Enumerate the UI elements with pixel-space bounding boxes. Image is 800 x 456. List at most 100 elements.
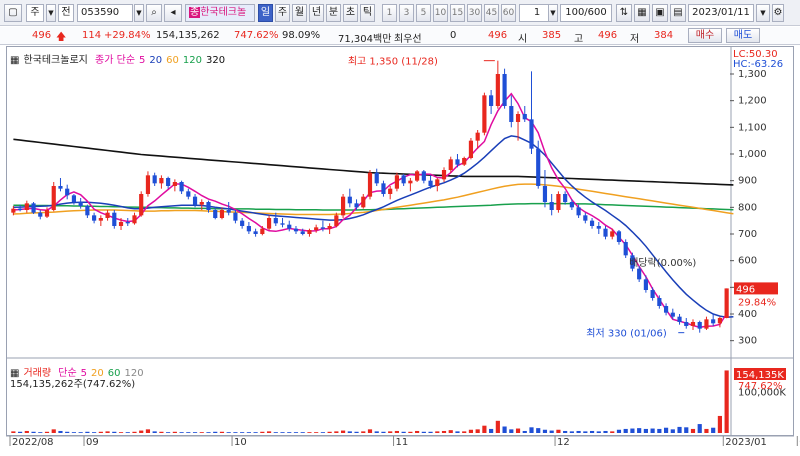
- volume-bar: [549, 430, 554, 433]
- volume-bar: [92, 432, 97, 433]
- period-mode[interactable]: 전: [58, 4, 74, 22]
- candle: [78, 202, 83, 206]
- volume-bar: [314, 432, 319, 433]
- volume-bar: [394, 430, 400, 433]
- interval-15[interactable]: 15: [450, 4, 465, 22]
- volume-bar: [650, 428, 655, 433]
- candle: [293, 228, 299, 232]
- candle: [596, 226, 601, 229]
- market-select[interactable]: 주: [26, 4, 44, 22]
- candle: [246, 226, 251, 232]
- pref-value: 0: [450, 30, 457, 41]
- buy-button[interactable]: 매수: [688, 28, 722, 43]
- volume-bar: [307, 432, 312, 433]
- candle: [482, 95, 487, 133]
- count-chevron-down-icon[interactable]: ▼: [548, 4, 558, 22]
- volume-ratio: 747.62%: [234, 30, 279, 41]
- candle: [415, 171, 420, 181]
- candle: [38, 212, 43, 217]
- search-icon[interactable]: ⌕: [146, 4, 162, 22]
- volume-bar: [11, 431, 16, 433]
- volume-bar: [630, 428, 635, 433]
- interval-3[interactable]: 3: [399, 4, 414, 22]
- chart-tool-icon[interactable]: ⇅: [616, 4, 632, 22]
- sell-button[interactable]: 매도: [726, 28, 760, 43]
- volume-bar: [334, 431, 339, 433]
- volume-bar: [468, 429, 474, 433]
- interval-30[interactable]: 30: [467, 4, 482, 22]
- candle: [253, 231, 258, 234]
- volume-bar: [569, 431, 574, 433]
- volume-bar: [24, 430, 29, 433]
- candle: [44, 210, 50, 217]
- y-tick-label: 700: [738, 229, 757, 240]
- candle: [536, 148, 541, 186]
- candle: [287, 224, 292, 229]
- candle: [266, 218, 272, 229]
- candle: [515, 114, 521, 122]
- candle: [563, 194, 568, 202]
- date-chevron-down-icon[interactable]: ▼: [756, 4, 770, 22]
- date-input[interactable]: 2023/01/11: [688, 4, 754, 22]
- code-chevron-down-icon[interactable]: ▼: [134, 4, 144, 22]
- range-input[interactable]: 100/600: [560, 4, 612, 22]
- dividend-annotation: 배당락(0.00%): [629, 257, 696, 269]
- stock-code-input[interactable]: 053590: [77, 4, 133, 22]
- settings-icon[interactable]: ⚙: [772, 4, 784, 22]
- tab-6[interactable]: 틱: [360, 4, 375, 22]
- volume-bar: [206, 432, 211, 433]
- candle: [361, 196, 366, 208]
- layout-icon[interactable]: ▢: [4, 4, 22, 22]
- sound-icon[interactable]: ◂: [164, 4, 182, 22]
- volume-bar: [690, 428, 696, 433]
- volume-bar: [152, 431, 157, 433]
- low-value: 384: [654, 30, 674, 41]
- volume-bar: [462, 431, 467, 433]
- candle: [509, 106, 514, 122]
- volume-bar: [44, 431, 50, 433]
- volume-value: 154,135,262: [156, 30, 220, 41]
- candle: [320, 227, 325, 229]
- interval-45[interactable]: 45: [484, 4, 499, 22]
- volume-bar: [199, 432, 204, 433]
- market-chevron-down-icon[interactable]: ▼: [46, 4, 56, 22]
- volume-bar: [139, 430, 144, 433]
- tab-5[interactable]: 초: [343, 4, 358, 22]
- tab-1[interactable]: 주: [275, 4, 290, 22]
- interval-5[interactable]: 5: [416, 4, 431, 22]
- volume-bar: [515, 428, 521, 433]
- candle: [280, 223, 285, 225]
- tab-3[interactable]: 년: [309, 4, 324, 22]
- grid-icon[interactable]: ▦: [634, 4, 650, 22]
- candle: [394, 175, 400, 189]
- candle: [314, 227, 319, 230]
- candle: [260, 228, 265, 234]
- interval-60[interactable]: 60: [501, 4, 516, 22]
- candle: [159, 178, 164, 184]
- candle: [408, 180, 413, 184]
- volume-bar: [166, 432, 171, 433]
- candle: [347, 196, 352, 204]
- interval-10[interactable]: 10: [433, 4, 448, 22]
- candle: [704, 319, 709, 329]
- candle: [334, 215, 339, 226]
- calendar-icon[interactable]: ▤: [670, 4, 686, 22]
- candle: [105, 212, 110, 218]
- tab-0[interactable]: 일: [258, 4, 273, 22]
- interval-1[interactable]: 1: [382, 4, 397, 22]
- tab-4[interactable]: 분: [326, 4, 341, 22]
- candle: [367, 172, 373, 197]
- candle: [569, 202, 574, 208]
- candle: [112, 212, 117, 226]
- pct-tag: 29.84%: [738, 297, 776, 308]
- save-icon[interactable]: ▣: [652, 4, 668, 22]
- volume-bar: [145, 429, 151, 433]
- y-tick-label: 400: [738, 309, 757, 320]
- tab-2[interactable]: 월: [292, 4, 307, 22]
- volume-bar: [677, 426, 682, 433]
- candle: [724, 288, 729, 318]
- volume-bar: [408, 431, 413, 433]
- volume-bar: [273, 432, 278, 433]
- candle: [556, 194, 561, 210]
- volume-bar: [85, 431, 90, 433]
